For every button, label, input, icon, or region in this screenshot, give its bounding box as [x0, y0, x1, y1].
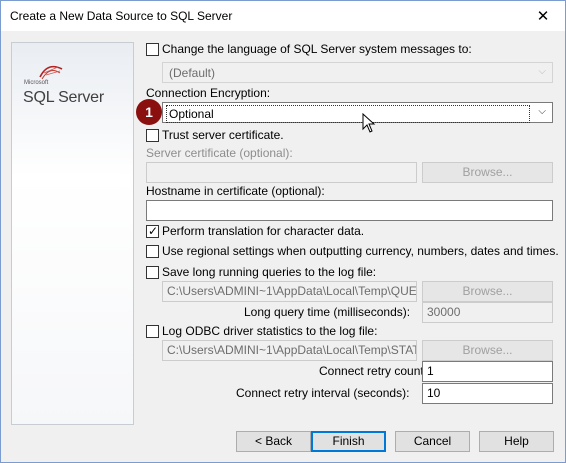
- odbc-stats-browse-button[interactable]: Browse...: [422, 340, 553, 361]
- encryption-select-value: Optional: [166, 105, 530, 123]
- checkmark-icon: ✓: [148, 224, 159, 238]
- chevron-down-icon: ⌵: [538, 106, 546, 117]
- server-cert-label: Server certificate (optional):: [146, 146, 293, 160]
- help-button[interactable]: Help: [479, 431, 554, 452]
- sql-server-banner: Microsoft SQL Server: [11, 42, 134, 425]
- logo-microsoft-text: Microsoft: [24, 80, 49, 86]
- step-callout-badge: 1: [136, 99, 162, 125]
- mouse-pointer-icon: [362, 113, 376, 133]
- sql-server-logo-icon: [39, 65, 63, 80]
- title-bar: Create a New Data Source to SQL Server ✕: [1, 1, 565, 31]
- encryption-select[interactable]: Optional ⌵: [162, 102, 553, 123]
- trust-cert-checkbox[interactable]: [146, 129, 159, 142]
- long-query-time-label: Long query time (milliseconds):: [244, 305, 411, 319]
- cancel-button[interactable]: Cancel: [395, 431, 470, 452]
- long-queries-path-input[interactable]: C:\Users\ADMINI~1\AppData\Local\Temp\QUE…: [162, 281, 417, 302]
- window-title: Create a New Data Source to SQL Server: [10, 9, 233, 23]
- trust-cert-label: Trust server certificate.: [162, 128, 284, 142]
- retry-count-label: Connect retry count:: [319, 364, 428, 378]
- server-cert-browse-button[interactable]: Browse...: [422, 162, 553, 183]
- odbc-stats-checkbox[interactable]: [146, 325, 159, 338]
- long-queries-checkbox[interactable]: [146, 266, 159, 279]
- odbc-stats-label: Log ODBC driver statistics to the log fi…: [162, 324, 378, 338]
- long-queries-label: Save long running queries to the log fil…: [162, 265, 377, 279]
- language-select[interactable]: (Default) ⌵: [162, 62, 553, 83]
- retry-interval-label: Connect retry interval (seconds):: [236, 386, 410, 400]
- language-checkbox[interactable]: [146, 43, 159, 56]
- regional-settings-checkbox[interactable]: [146, 245, 159, 258]
- long-queries-browse-button[interactable]: Browse...: [422, 281, 553, 302]
- language-checkbox-label: Change the language of SQL Server system…: [162, 42, 472, 56]
- long-query-time-input[interactable]: 30000: [422, 302, 553, 323]
- encryption-label: Connection Encryption:: [146, 86, 271, 100]
- server-cert-input[interactable]: [146, 162, 417, 183]
- finish-button[interactable]: Finish: [311, 431, 386, 452]
- translation-label: Perform translation for character data.: [162, 224, 365, 238]
- chevron-down-icon: ⌵: [538, 66, 546, 77]
- close-icon: ✕: [536, 8, 550, 25]
- logo-sql-server-text: SQL Server: [23, 89, 104, 106]
- retry-count-input[interactable]: 1: [422, 361, 553, 382]
- hostname-label: Hostname in certificate (optional):: [146, 184, 325, 198]
- retry-interval-input[interactable]: 10: [422, 383, 553, 404]
- dialog-window: Create a New Data Source to SQL Server ✕…: [0, 0, 566, 463]
- language-select-value: (Default): [169, 66, 216, 80]
- back-button[interactable]: < Back: [236, 431, 311, 452]
- regional-settings-label: Use regional settings when outputting cu…: [162, 244, 559, 258]
- hostname-input[interactable]: [146, 200, 553, 221]
- odbc-stats-path-input[interactable]: C:\Users\ADMINI~1\AppData\Local\Temp\STA…: [162, 340, 417, 361]
- close-button[interactable]: ✕: [521, 1, 565, 31]
- translation-checkbox[interactable]: ✓: [146, 224, 159, 238]
